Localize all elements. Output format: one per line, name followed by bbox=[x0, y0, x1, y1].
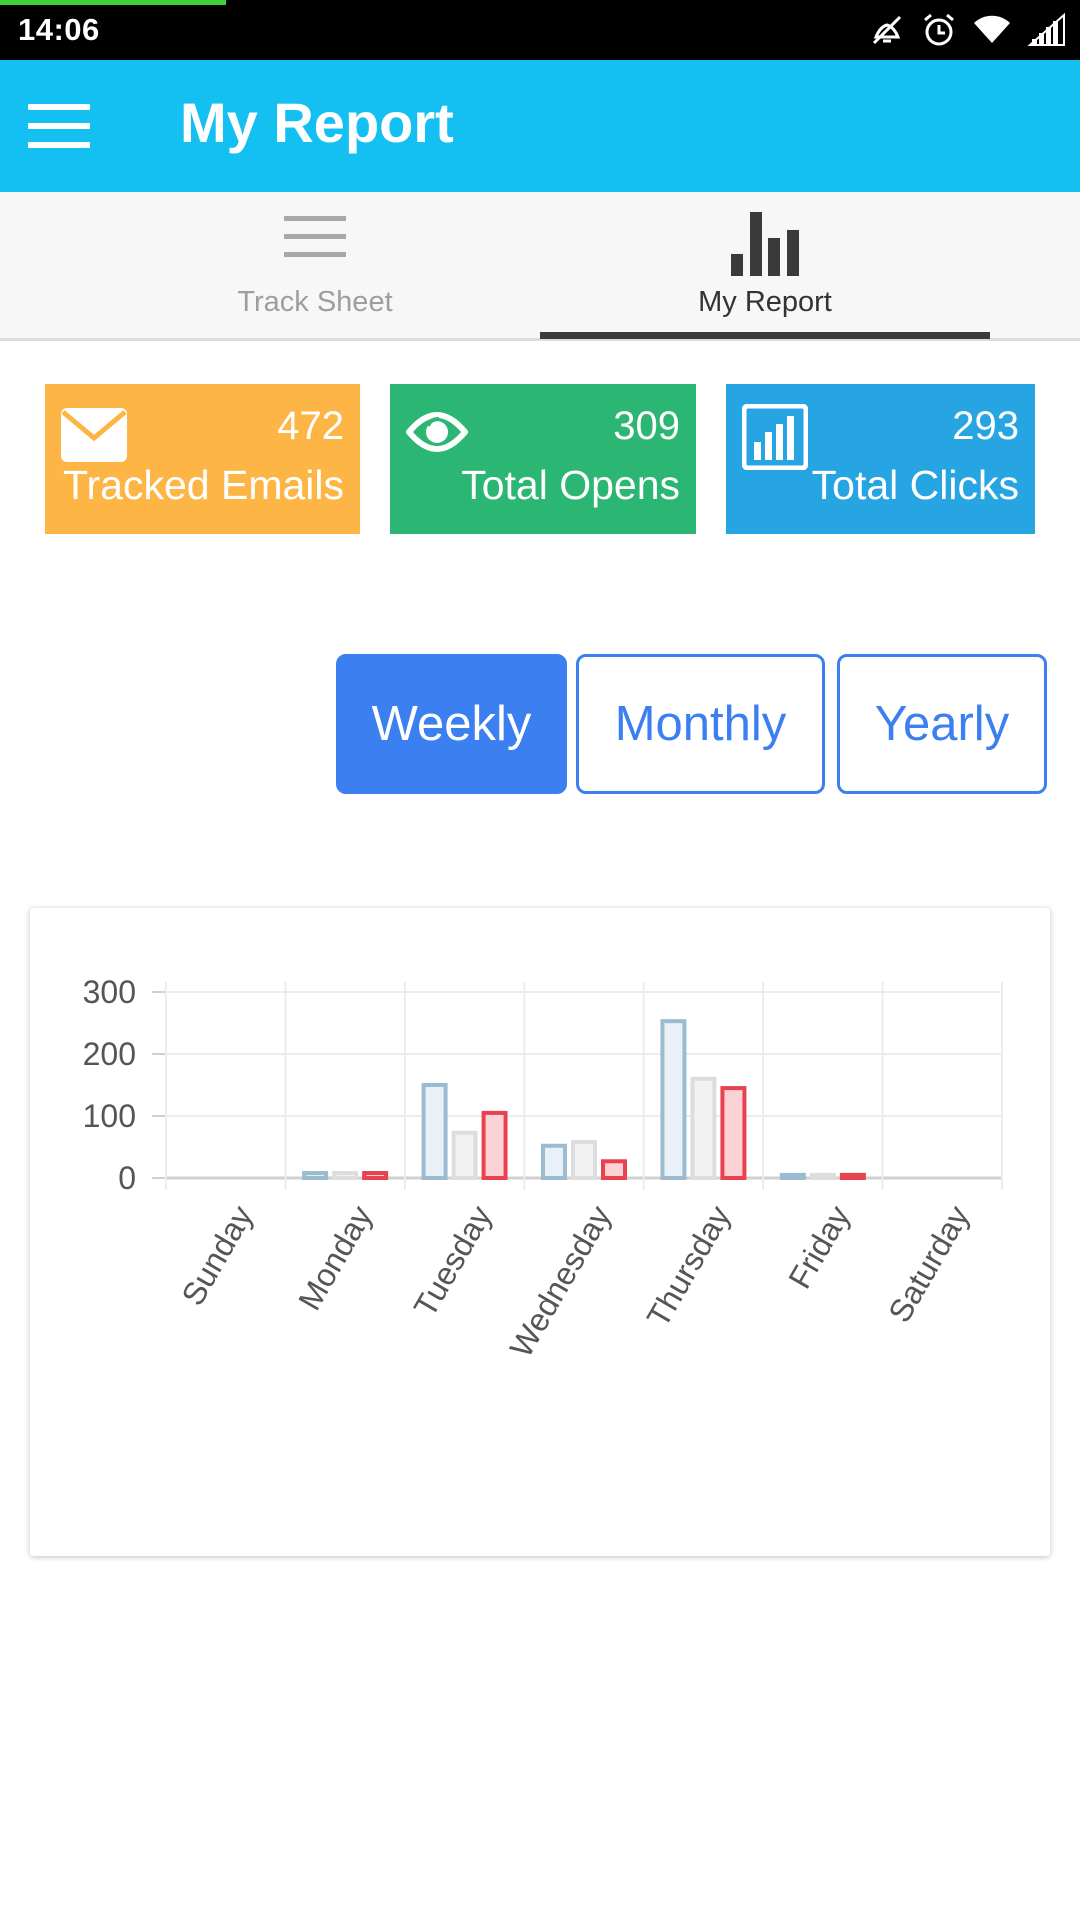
bar bbox=[809, 1172, 836, 1180]
tab-label: Track Sheet bbox=[237, 286, 393, 318]
app-bar: My Report bbox=[0, 60, 1080, 192]
y-tick-label: 100 bbox=[83, 1098, 136, 1134]
bar bbox=[362, 1171, 389, 1181]
tab-my-report[interactable]: My Report bbox=[540, 192, 990, 338]
signal-icon bbox=[1027, 12, 1065, 46]
bar-chart: 0 100 200 300 Sunday Monday Tuesday Wednesday Th… bbox=[83, 974, 1003, 1364]
total-opens-card[interactable]: 309 Total Opens bbox=[390, 384, 696, 534]
bar bbox=[451, 1130, 478, 1181]
tracked-emails-card[interactable]: 472 Tracked Emails bbox=[45, 384, 360, 534]
bar bbox=[839, 1172, 866, 1180]
loading-progress-line bbox=[0, 0, 226, 5]
bar bbox=[720, 1086, 747, 1181]
status-bar: 14:06 bbox=[0, 0, 1080, 60]
stat-value: 293 bbox=[952, 404, 1019, 448]
stat-label: Total Clicks bbox=[811, 462, 1019, 508]
page-title: My Report bbox=[180, 91, 454, 154]
tab-bar: Track Sheet My Report bbox=[0, 192, 1080, 341]
x-tick-label: Friday bbox=[781, 1200, 857, 1295]
y-tick-label: 200 bbox=[83, 1036, 136, 1072]
bar bbox=[601, 1159, 627, 1180]
y-tick-label: 0 bbox=[118, 1160, 136, 1196]
x-tick-label: Saturday bbox=[881, 1200, 976, 1329]
yearly-button[interactable]: Yearly bbox=[837, 654, 1047, 794]
y-tick-label: 300 bbox=[83, 974, 136, 1010]
x-tick-label: Wednesday bbox=[503, 1200, 618, 1364]
status-icons bbox=[868, 10, 1066, 50]
bar bbox=[660, 1019, 687, 1180]
monthly-button[interactable]: Monthly bbox=[576, 654, 825, 794]
eye-icon bbox=[406, 412, 468, 452]
x-tick-label: Sunday bbox=[174, 1200, 259, 1312]
status-time: 14:06 bbox=[18, 12, 100, 47]
alarm-icon bbox=[924, 13, 954, 46]
tab-track-sheet[interactable]: Track Sheet bbox=[90, 192, 540, 338]
vibrate-off-icon bbox=[872, 15, 902, 45]
stat-value: 472 bbox=[277, 404, 344, 448]
x-tick-label: Thursday bbox=[640, 1200, 738, 1334]
bar bbox=[571, 1140, 597, 1180]
bar bbox=[332, 1171, 359, 1181]
bar-chart-icon bbox=[731, 212, 799, 276]
stat-label: Tracked Emails bbox=[63, 462, 344, 508]
hamburger-menu-icon[interactable] bbox=[28, 102, 90, 150]
stat-value: 309 bbox=[613, 404, 680, 448]
bar bbox=[481, 1110, 508, 1180]
total-clicks-card[interactable]: 293 Total Clicks bbox=[726, 384, 1035, 534]
list-icon bbox=[284, 216, 346, 257]
bar bbox=[779, 1172, 806, 1180]
bar-chart-icon bbox=[742, 404, 808, 470]
active-tab-indicator bbox=[540, 332, 990, 339]
tab-label: My Report bbox=[698, 286, 832, 318]
bar bbox=[302, 1171, 329, 1181]
bar bbox=[541, 1143, 567, 1180]
bar bbox=[690, 1076, 717, 1180]
x-tick-label: Tuesday bbox=[407, 1200, 499, 1323]
weekly-button[interactable]: Weekly bbox=[336, 654, 567, 794]
chart-card: 0 100 200 300 Sunday Monday Tuesday Wednesday Th… bbox=[30, 908, 1050, 1556]
wifi-icon bbox=[974, 15, 1010, 44]
stat-label: Total Opens bbox=[461, 462, 680, 508]
bar bbox=[421, 1083, 448, 1180]
envelope-icon bbox=[61, 408, 127, 462]
x-tick-label: Monday bbox=[291, 1200, 379, 1317]
